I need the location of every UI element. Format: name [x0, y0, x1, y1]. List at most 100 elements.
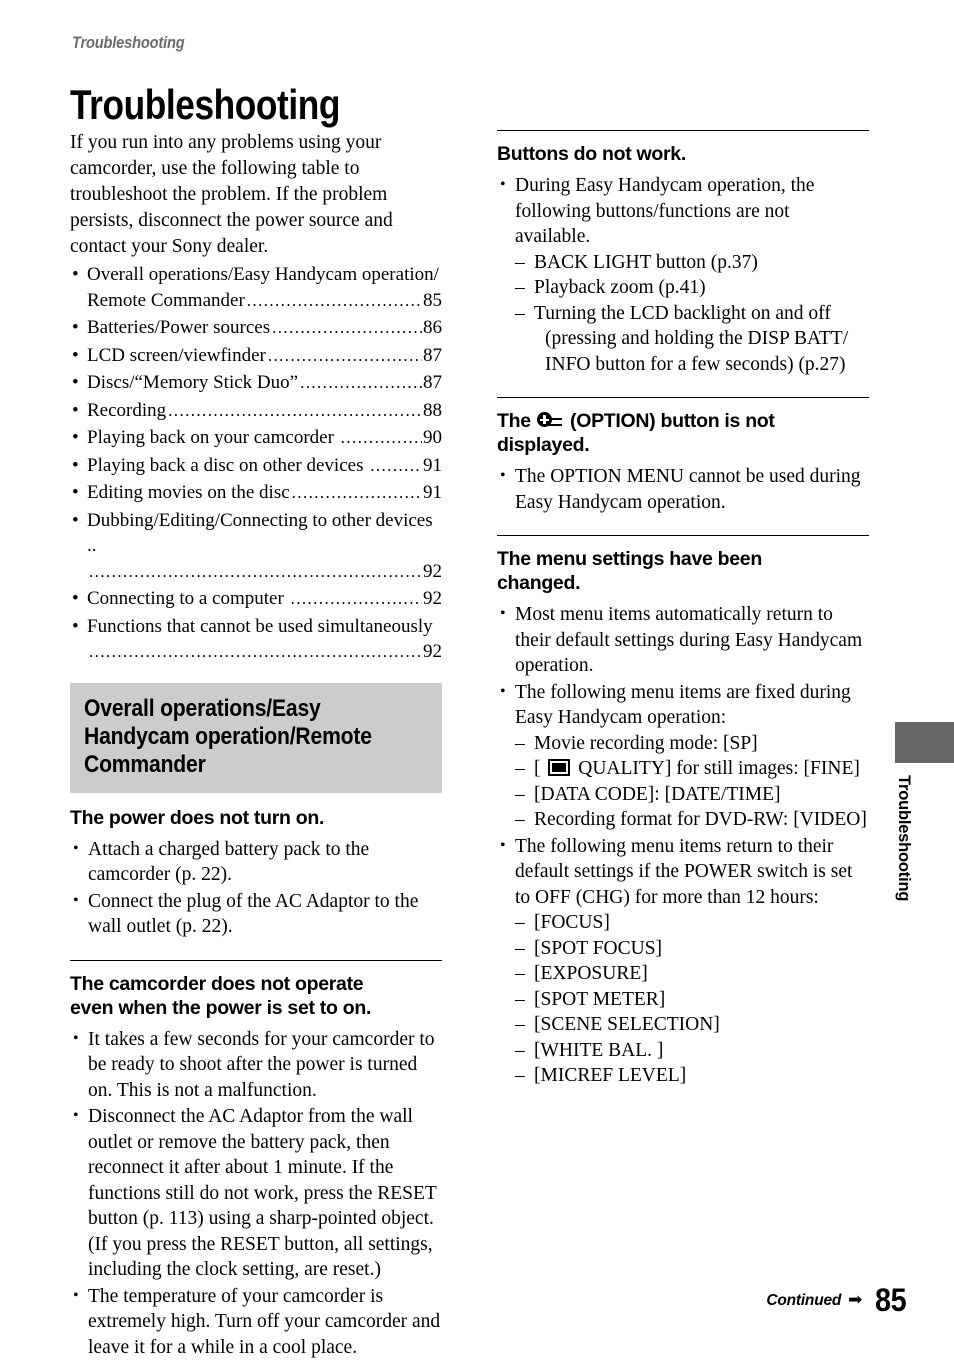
- dash-icon: –: [515, 1014, 525, 1035]
- section-divider: [497, 535, 869, 536]
- sub-list-item-text: [SCENE SELECTION]: [534, 1014, 720, 1035]
- sub-list-item: – [SPOT FOCUS]: [515, 936, 869, 962]
- section-heading-line2: displayed.: [497, 434, 590, 456]
- section-buttons-do-not-work: Buttons do not work. • During Easy Handy…: [497, 130, 869, 377]
- left-column: If you run into any problems using your …: [70, 130, 442, 1361]
- sub-list-item-text: Turning the LCD backlight on and off: [534, 302, 831, 324]
- dash-icon: –: [515, 783, 525, 805]
- sub-list-item: – Movie recording mode: [SP]: [515, 731, 869, 757]
- toc-entry[interactable]: • Connecting to a computer .............…: [70, 586, 442, 612]
- section-heading: The camcorder does not operate even when…: [70, 972, 442, 1020]
- dash-icon: –: [515, 1039, 525, 1061]
- toc-leader: ........................................…: [272, 318, 422, 337]
- bullet-list: • Attach a charged battery pack to the c…: [70, 837, 442, 940]
- toc-label-line1: Overall operations/Easy Handycam operati…: [87, 264, 439, 285]
- toc-page-number: 87: [423, 344, 442, 366]
- toc-leader: ........................................…: [246, 290, 422, 310]
- toc-page-number: 87: [423, 372, 442, 393]
- list-item: • The OPTION MENU cannot be used during …: [497, 464, 869, 515]
- toc-label: Playing back a disc on other devices: [87, 454, 369, 476]
- bullet-list: • Most menu items automatically return t…: [497, 602, 869, 1089]
- section-divider: [70, 959, 442, 961]
- toc-entry[interactable]: • Recording ............................…: [70, 398, 442, 424]
- bullet-icon: •: [73, 1107, 79, 1124]
- toc-leader: ........................................…: [267, 345, 422, 365]
- sub-list-item-text: [DATA CODE]: [DATE/TIME]: [534, 783, 781, 805]
- bullet-icon: •: [72, 615, 79, 637]
- toc-entry[interactable]: • Playing back a disc on other devices .…: [70, 453, 442, 479]
- list-item: • Most menu items automatically return t…: [497, 602, 869, 679]
- toc-entry[interactable]: • Discs/“Memory Stick Duo” .............…: [70, 370, 442, 396]
- toc-page-number: 91: [423, 454, 442, 476]
- dash-icon: –: [515, 988, 525, 1010]
- list-item-text: The following menu items return to their…: [515, 835, 853, 908]
- section-heading-suffix: (OPTION) button is not: [564, 410, 775, 432]
- section-heading-line2: even when the power is set to on.: [70, 996, 372, 1019]
- toc-leader: ........................................…: [300, 373, 422, 392]
- side-tab-label: Troubleshooting: [895, 775, 913, 902]
- list-item: • During Easy Handycam operation, the fo…: [497, 173, 869, 377]
- toc-leader: ........................................…: [291, 483, 422, 502]
- arrow-right-icon: ➡: [848, 1290, 863, 1310]
- section-divider: [497, 397, 869, 398]
- toc-leader: ........................................…: [340, 428, 422, 447]
- bullet-icon: •: [500, 682, 506, 700]
- bullet-icon: •: [72, 372, 79, 393]
- section-option-button-not-displayed: The (OPTION) button is not displayed. • …: [497, 397, 869, 515]
- section-heading: Buttons do not work.: [497, 143, 686, 165]
- sub-list-item: –[ QUALITY] for still images: [FINE]: [515, 756, 869, 782]
- section-heading: The menu settings have been changed.: [497, 547, 869, 595]
- toc-page-number: 92: [423, 641, 442, 662]
- sub-list-item: – [FOCUS]: [515, 910, 869, 936]
- toc-label: Discs/“Memory Stick Duo”: [87, 372, 299, 393]
- toc-entry[interactable]: • LCD screen/viewfinder ................…: [70, 343, 442, 369]
- sub-list-item-text: [WHITE BAL. ]: [534, 1039, 664, 1061]
- bullet-icon: •: [500, 836, 506, 854]
- toc-entry[interactable]: • Functions that cannot be used simultan…: [70, 614, 442, 665]
- toc-page-number: 85: [423, 289, 442, 311]
- sub-list-item-prefix: [: [534, 758, 546, 779]
- dash-icon: –: [515, 963, 525, 984]
- option-icon: [536, 412, 563, 429]
- intro-paragraph: If you run into any problems using your …: [70, 132, 393, 257]
- section-banner: Overall operations/Easy Handycam operati…: [70, 682, 442, 793]
- list-item-text: The following menu items are fixed durin…: [515, 681, 851, 729]
- bullet-list: • During Easy Handycam operation, the fo…: [497, 173, 869, 377]
- toc-entry[interactable]: • Dubbing/Editing/Connecting to other de…: [70, 508, 442, 585]
- bullet-icon: •: [73, 1029, 79, 1047]
- sub-list-item-text: Movie recording mode: [SP]: [534, 732, 758, 754]
- bullet-icon: •: [72, 427, 79, 448]
- list-item: • Disconnect the AC Adaptor from the wal…: [70, 1104, 442, 1283]
- sub-list-item: – [MICREF LEVEL]: [515, 1063, 869, 1089]
- dash-icon: –: [515, 758, 525, 779]
- toc-leader: ........................................…: [370, 455, 422, 475]
- bullet-icon: •: [73, 839, 79, 857]
- toc-leader: ........................................…: [89, 561, 422, 581]
- list-item: • Connect the plug of the AC Adaptor to …: [70, 889, 442, 940]
- bullet-icon: •: [72, 588, 79, 609]
- section-heading: The power does not turn on.: [70, 806, 325, 829]
- list-item: • The following menu items are fixed dur…: [497, 680, 869, 833]
- dash-icon: –: [515, 251, 525, 273]
- toc-entry[interactable]: • Editing movies on the disc ...........…: [70, 480, 442, 506]
- sub-list-item-text: [EXPOSURE]: [534, 963, 648, 984]
- sub-list-item: – [DATA CODE]: [DATE/TIME]: [515, 782, 869, 808]
- toc-entry[interactable]: • Overall operations/Easy Handycam opera…: [70, 262, 442, 313]
- sub-list-item-text: [MICREF LEVEL]: [534, 1065, 687, 1086]
- sub-list: – [FOCUS] – [SPOT FOCUS] – [EXPOSURE] – …: [515, 910, 869, 1089]
- sub-list-item-continuation: (pressing and holding the DISP BATT/ INF…: [545, 328, 849, 375]
- bullet-icon: •: [73, 891, 79, 909]
- toc-entry[interactable]: • Playing back on your camcorder .......…: [70, 425, 442, 451]
- section-banner-line1: Overall operations/Easy: [84, 694, 321, 722]
- toc-entry[interactable]: • Batteries/Power sources ..............…: [70, 315, 442, 341]
- list-item: • It takes a few seconds for your camcor…: [70, 1027, 442, 1104]
- toc-label: LCD screen/viewfinder: [87, 344, 266, 366]
- list-item: • The following menu items return to the…: [497, 834, 869, 1089]
- bullet-list: • It takes a few seconds for your camcor…: [70, 1027, 442, 1361]
- toc-leader: ........................................…: [89, 642, 422, 661]
- page-footer: Continued ➡ 85: [766, 1282, 910, 1319]
- bullet-icon: •: [72, 509, 79, 531]
- sub-list-item: – [WHITE BAL. ]: [515, 1038, 869, 1064]
- sub-list-item-text: [SPOT METER]: [534, 988, 666, 1010]
- list-item-text: The temperature of your camcorder is ext…: [88, 1285, 441, 1358]
